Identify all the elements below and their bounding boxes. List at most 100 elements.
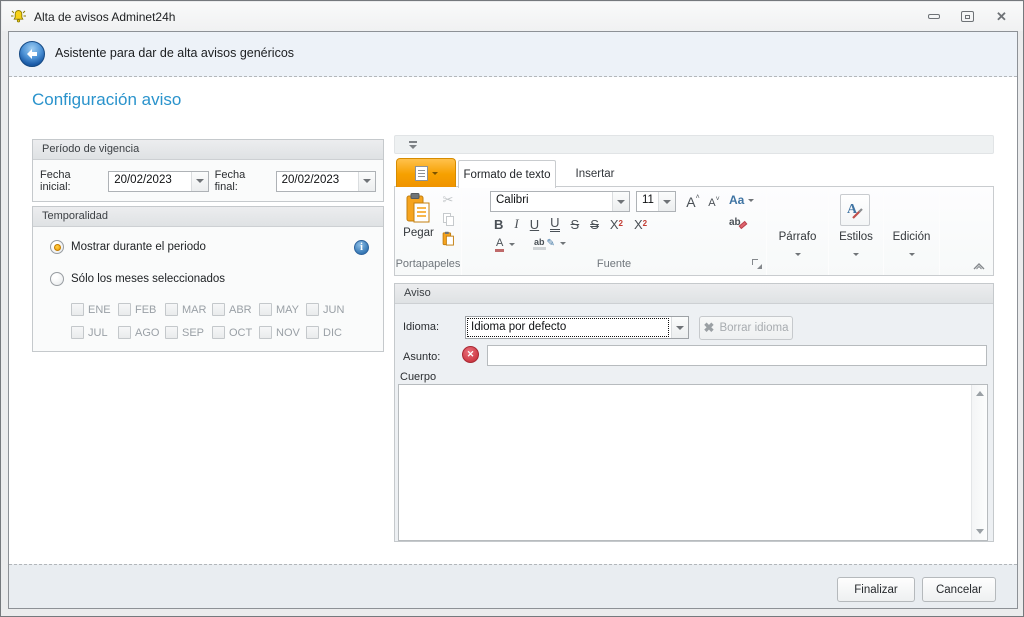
fecha-final-dropdown-button[interactable] bbox=[358, 171, 375, 191]
month-checkbox-may[interactable]: MAY bbox=[259, 303, 306, 316]
change-case-button[interactable]: Aa bbox=[729, 193, 755, 207]
idioma-value: Idioma por defecto bbox=[471, 321, 567, 333]
month-label: FEB bbox=[135, 303, 157, 316]
month-label: NOV bbox=[276, 326, 300, 339]
subscript-base: X bbox=[633, 216, 643, 232]
grow-font-button[interactable]: A ˄ bbox=[683, 191, 703, 212]
checkbox-icon bbox=[306, 326, 319, 339]
font-name-dropdown-button[interactable] bbox=[612, 192, 629, 211]
application-menu-button[interactable] bbox=[396, 158, 456, 187]
font-size-dropdown-button[interactable] bbox=[658, 192, 675, 211]
double-strikethrough-button[interactable]: S bbox=[590, 217, 599, 232]
month-checkbox-ene[interactable]: ENE bbox=[71, 303, 118, 316]
tab-formato-de-texto[interactable]: Formato de texto bbox=[458, 160, 556, 188]
cuerpo-scrollbar[interactable] bbox=[971, 385, 987, 540]
month-checkbox-mar[interactable]: MAR bbox=[165, 303, 212, 316]
italic-button[interactable]: I bbox=[514, 216, 518, 232]
month-checkbox-jul[interactable]: JUL bbox=[71, 326, 118, 339]
temporalidad-title: Temporalidad bbox=[33, 207, 383, 227]
copy-button[interactable] bbox=[440, 211, 456, 227]
font-dialog-launcher[interactable] bbox=[752, 259, 762, 269]
font-name-combo[interactable]: Calibri bbox=[490, 191, 630, 212]
chevron-down-icon bbox=[748, 198, 755, 202]
cut-button[interactable]: ✂ bbox=[440, 192, 456, 208]
fecha-inicial-datepicker[interactable]: 20/02/2023 bbox=[108, 170, 209, 192]
asunto-input[interactable] bbox=[487, 345, 987, 366]
info-icon[interactable]: i bbox=[354, 240, 369, 255]
cuerpo-label: Cuerpo bbox=[400, 371, 437, 383]
double-underline-button[interactable]: U bbox=[550, 216, 560, 232]
font-color-button[interactable]: A bbox=[495, 237, 516, 252]
superscript-button[interactable]: X2 bbox=[610, 217, 623, 232]
chevron-down-icon bbox=[663, 199, 671, 204]
idioma-dropdown-button[interactable] bbox=[671, 317, 688, 338]
month-checkbox-jun[interactable]: JUN bbox=[306, 303, 353, 316]
collapse-ribbon-button[interactable] bbox=[972, 258, 986, 276]
delete-x-icon: ✖ bbox=[703, 320, 715, 335]
tab-label: Formato de texto bbox=[463, 168, 551, 181]
highlight-button[interactable]: ab ✎ bbox=[533, 237, 566, 250]
title-bar: Alta de avisos Adminet24h ✕ bbox=[2, 2, 1023, 31]
styles-menu-button[interactable]: Estilos bbox=[829, 231, 883, 261]
bold-button[interactable]: B bbox=[494, 217, 503, 232]
font-size-combo[interactable]: 11 bbox=[636, 191, 676, 212]
paste-button[interactable]: Pegar bbox=[398, 189, 439, 251]
months-row-2: JUL AGO SEP OCT NOV DIC bbox=[71, 326, 353, 339]
superscript-base: X bbox=[609, 216, 619, 232]
tab-insertar[interactable]: Insertar bbox=[556, 160, 634, 187]
month-checkbox-abr[interactable]: ABR bbox=[212, 303, 259, 316]
styles-icon-button[interactable]: A bbox=[840, 194, 870, 226]
underline-button[interactable]: U bbox=[530, 217, 539, 232]
subscript-button[interactable]: X2 bbox=[634, 217, 647, 232]
group-label-fuente: Fuente bbox=[596, 258, 632, 270]
chevron-down-icon bbox=[195, 179, 204, 183]
temporalidad-group: Temporalidad Mostrar durante el periodo … bbox=[32, 206, 384, 352]
paragraph-menu-button[interactable]: Párrafo bbox=[767, 231, 828, 261]
cancelar-button[interactable]: Cancelar bbox=[922, 577, 996, 602]
finalizar-button[interactable]: Finalizar bbox=[837, 577, 915, 602]
fecha-inicial-value: 20/02/2023 bbox=[114, 173, 172, 186]
month-checkbox-feb[interactable]: FEB bbox=[118, 303, 165, 316]
month-checkbox-ago[interactable]: AGO bbox=[118, 326, 165, 339]
scissors-icon: ✂ bbox=[442, 192, 454, 207]
month-label: MAY bbox=[276, 303, 300, 316]
back-button[interactable] bbox=[19, 41, 45, 67]
fecha-inicial-dropdown-button[interactable] bbox=[190, 171, 208, 191]
idioma-combo[interactable]: Idioma por defecto bbox=[465, 316, 689, 339]
month-label: AGO bbox=[135, 326, 160, 339]
paste-special-button[interactable] bbox=[440, 230, 456, 246]
editor-area: Formato de texto Insertar Pegar ✂ Portap… bbox=[394, 134, 994, 544]
month-label: ENE bbox=[88, 303, 111, 316]
maximize-button[interactable] bbox=[959, 8, 976, 25]
month-checkbox-oct[interactable]: OCT bbox=[212, 326, 259, 339]
month-checkbox-dic[interactable]: DIC bbox=[306, 326, 353, 339]
minimize-button[interactable] bbox=[925, 8, 942, 25]
idioma-label: Idioma: bbox=[403, 321, 440, 333]
close-button[interactable]: ✕ bbox=[993, 8, 1010, 25]
shrink-font-button[interactable]: A ˅ bbox=[705, 193, 723, 212]
font-color-icon: A bbox=[495, 237, 505, 252]
checkbox-icon bbox=[212, 326, 225, 339]
radio-mostrar-periodo[interactable]: Mostrar durante el periodo bbox=[50, 240, 206, 254]
fecha-final-label: Fecha final: bbox=[214, 169, 246, 193]
cuerpo-textarea[interactable] bbox=[399, 385, 970, 540]
aviso-group: Aviso Idioma: Idioma por defecto ✖ Borra… bbox=[394, 283, 994, 542]
chevron-down-icon bbox=[853, 253, 859, 256]
customize-toolbar-icon[interactable] bbox=[409, 141, 417, 149]
editing-menu-button[interactable]: Edición bbox=[884, 231, 939, 261]
month-label: DIC bbox=[323, 326, 342, 339]
checkbox-icon bbox=[212, 303, 225, 316]
paste-special-icon bbox=[442, 231, 454, 246]
fecha-final-datepicker[interactable]: 20/02/2023 bbox=[275, 170, 376, 192]
strikethrough-button[interactable]: S bbox=[571, 217, 580, 232]
month-checkbox-nov[interactable]: NOV bbox=[259, 326, 306, 339]
group-separator bbox=[939, 187, 940, 275]
wizard-header: Asistente para dar de alta avisos genéri… bbox=[9, 32, 1017, 77]
checkbox-icon bbox=[118, 326, 131, 339]
month-label: SEP bbox=[182, 326, 205, 339]
cancelar-label: Cancelar bbox=[935, 583, 983, 596]
radio-meses-seleccionados[interactable]: Sólo los meses seleccionados bbox=[50, 272, 225, 286]
month-checkbox-sep[interactable]: SEP bbox=[165, 326, 212, 339]
borrar-idioma-button[interactable]: ✖ Borrar idioma bbox=[699, 316, 793, 340]
clear-formatting-button[interactable]: ab bbox=[729, 217, 748, 229]
